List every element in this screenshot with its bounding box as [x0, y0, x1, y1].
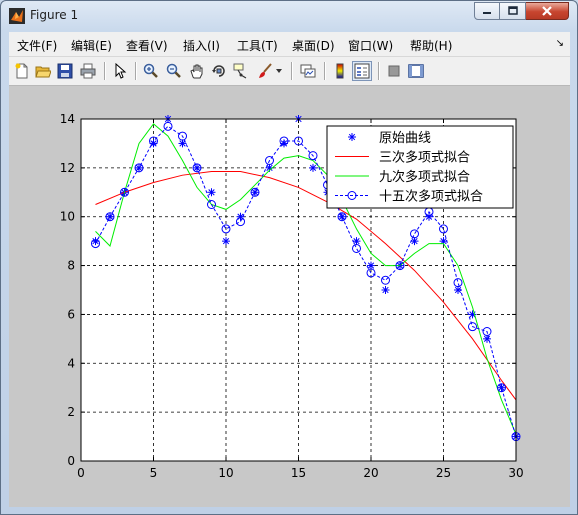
legend[interactable]: 原始曲线三次多项式拟合九次多项式拟合十五次多项式拟合: [326, 125, 514, 209]
figure-toolbar: [9, 57, 570, 86]
open-file-icon[interactable]: [33, 61, 53, 81]
x-tick-label: 10: [218, 466, 233, 480]
edit-plot-arrow-icon[interactable]: [110, 61, 130, 81]
menu-insert[interactable]: 插入(I): [183, 37, 220, 54]
x-tick-label: 15: [291, 466, 306, 480]
plot-svg: 0 5 10 15 20 25 30 0 2 4 6 8 10 12 14 原始曲线三次多项式拟合九次多项式…: [60, 112, 524, 480]
x-tick-label: 30: [508, 466, 523, 480]
figure-window: Figure 1 文件(F) 编辑(E) 查看(V) 插入(I) 工具(T) 桌…: [0, 0, 578, 515]
menu-help[interactable]: 帮助(H): [410, 37, 452, 54]
y-tick-label: 6: [67, 307, 75, 321]
y-tick-label: 2: [67, 405, 75, 419]
rotate-3d-icon[interactable]: [209, 61, 229, 81]
legend-label: 三次多项式拟合: [379, 150, 470, 166]
zoom-out-icon[interactable]: [164, 61, 184, 81]
legend-label: 十五次多项式拟合: [379, 189, 483, 205]
insert-legend-icon[interactable]: [352, 61, 372, 81]
data-point-star: [381, 286, 390, 294]
menu-bar: 文件(F) 编辑(E) 查看(V) 插入(I) 工具(T) 桌面(D) 窗口(W…: [9, 32, 570, 57]
figure-canvas: 0 5 10 15 20 25 30 0 2 4 6 8 10 12 14 原始曲线三次多项式拟合 九次多项式…: [9, 86, 570, 507]
maximize-button[interactable]: [500, 2, 526, 20]
zoom-in-icon[interactable]: [141, 61, 161, 81]
legend-label: 九次多项式拟合: [379, 169, 470, 185]
new-figure-icon[interactable]: [12, 61, 32, 81]
x-tick-label: 0: [77, 466, 85, 480]
legend-label: 原始曲线: [379, 131, 431, 146]
menu-window[interactable]: 窗口(W): [348, 37, 393, 54]
brush-dropdown-icon[interactable]: [274, 61, 284, 81]
data-cursor-icon[interactable]: [231, 61, 251, 81]
insert-colorbar-icon[interactable]: [330, 61, 350, 81]
pan-hand-icon[interactable]: [187, 61, 207, 81]
y-tick-label: 4: [67, 356, 75, 370]
link-plot-icon[interactable]: [298, 61, 318, 81]
matlab-app-icon: [9, 8, 25, 24]
y-tick-label: 10: [60, 210, 75, 224]
window-title: Figure 1: [30, 8, 79, 22]
x-tick-label: 5: [150, 466, 158, 480]
y-tick-label: 14: [60, 112, 75, 126]
maximize-icon: [507, 6, 518, 15]
menu-edit[interactable]: 编辑(E): [71, 37, 112, 54]
y-tick-label: 8: [67, 259, 75, 273]
x-tick-label: 20: [363, 466, 378, 480]
minimize-icon: [483, 12, 491, 14]
title-bar[interactable]: Figure 1: [1, 1, 577, 31]
menu-view[interactable]: 查看(V): [126, 37, 168, 54]
close-button[interactable]: [526, 2, 569, 20]
brush-icon[interactable]: [255, 61, 275, 81]
menu-file[interactable]: 文件(F): [17, 37, 57, 54]
data-point-star: [222, 237, 230, 246]
show-plot-tools-icon[interactable]: [406, 61, 426, 81]
menu-desktop[interactable]: 桌面(D): [292, 37, 335, 54]
hide-plot-tools-icon[interactable]: [384, 61, 404, 81]
menu-overflow-icon[interactable]: ↘: [556, 38, 564, 49]
print-icon[interactable]: [78, 61, 98, 81]
y-tick-label: 0: [67, 454, 75, 468]
menu-tools[interactable]: 工具(T): [237, 37, 278, 54]
minimize-button[interactable]: [474, 2, 500, 20]
save-icon[interactable]: [55, 61, 75, 81]
x-tick-label: 25: [436, 466, 451, 480]
close-icon: [542, 5, 552, 16]
y-tick-label: 12: [60, 161, 75, 175]
